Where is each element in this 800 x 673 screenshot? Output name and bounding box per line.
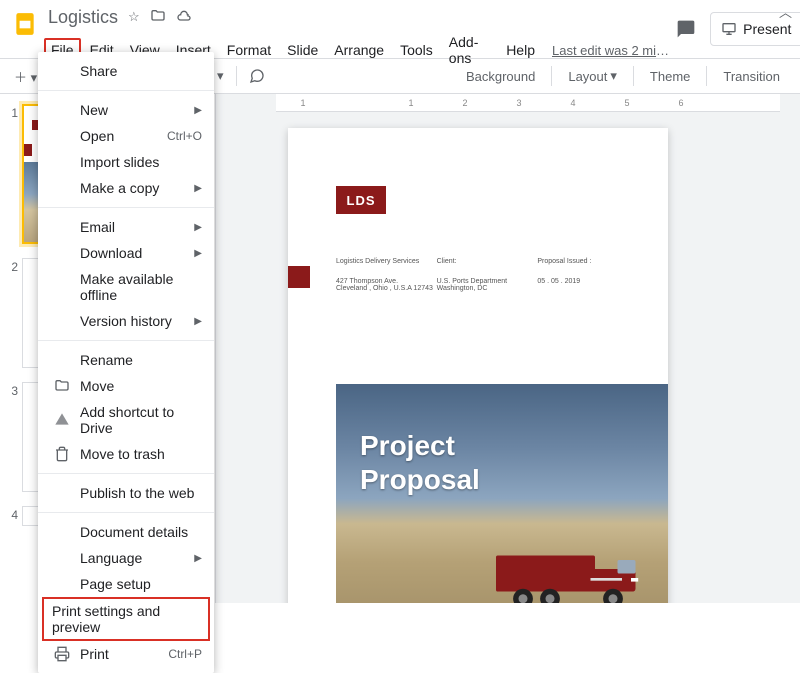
shortcut-label: Ctrl+P	[168, 647, 202, 661]
company-label: Logistics Delivery Services	[336, 258, 437, 265]
comments-button[interactable]	[670, 13, 702, 45]
menu-slide[interactable]: Slide	[280, 38, 325, 62]
file-email[interactable]: Email▶	[38, 214, 214, 240]
issued-label: Proposal Issued :	[537, 258, 638, 265]
file-print-settings-preview[interactable]: Print settings and preview	[42, 597, 210, 641]
document-title[interactable]: Logistics	[44, 6, 122, 29]
file-import-slides[interactable]: Import slides	[38, 149, 214, 175]
file-menu-dropdown: Share New▶ OpenCtrl+O Import slides Make…	[38, 52, 214, 673]
layout-button[interactable]: Layout ▾	[560, 64, 625, 88]
file-new[interactable]: New▶	[38, 97, 214, 123]
submenu-arrow-icon: ▶	[194, 105, 202, 116]
address-line-1: 427 Thompson Ave.	[336, 278, 398, 285]
menu-arrange[interactable]: Arrange	[327, 38, 391, 62]
file-make-available-offline[interactable]: Make available offline	[38, 266, 214, 308]
menu-tools[interactable]: Tools	[393, 38, 440, 62]
folder-icon	[50, 378, 74, 394]
menu-help[interactable]: Help	[499, 38, 542, 62]
issued-date: 05 . 05 . 2019	[537, 278, 638, 292]
client-location: Washington, DC	[437, 285, 488, 292]
address-line-2: Cleveland , Ohio , U.S.A 12743	[336, 285, 433, 292]
background-button[interactable]: Background	[458, 65, 543, 88]
slide-canvas[interactable]: LDS Logistics Delivery Services Client: …	[288, 128, 668, 603]
slide-title: Project	[360, 430, 668, 462]
theme-button[interactable]: Theme	[642, 65, 698, 88]
move-folder-icon[interactable]	[150, 8, 166, 27]
file-add-shortcut[interactable]: Add shortcut to Drive	[38, 399, 214, 441]
submenu-arrow-icon: ▶	[194, 222, 202, 233]
last-edit-link[interactable]: Last edit was 2 minutes…	[552, 43, 670, 58]
file-publish-to-web[interactable]: Publish to the web	[38, 480, 214, 506]
drive-shortcut-icon	[50, 412, 74, 428]
thumb-number: 1	[4, 104, 18, 244]
slides-logo[interactable]	[12, 10, 38, 38]
file-version-history[interactable]: Version history▶	[38, 308, 214, 334]
star-icon[interactable]: ☆	[128, 9, 140, 25]
thumb-number: 2	[4, 258, 18, 368]
file-move[interactable]: Move	[38, 373, 214, 399]
submenu-arrow-icon: ▶	[194, 553, 202, 564]
submenu-arrow-icon: ▶	[194, 248, 202, 259]
file-page-setup[interactable]: Page setup	[38, 571, 214, 597]
collapse-toolbar-icon[interactable]: ︿	[779, 2, 792, 21]
side-accent	[288, 266, 310, 288]
file-share[interactable]: Share	[38, 58, 214, 84]
file-open[interactable]: OpenCtrl+O	[38, 123, 214, 149]
cloud-status-icon[interactable]	[176, 8, 192, 27]
file-move-to-trash[interactable]: Move to trash	[38, 441, 214, 467]
shortcut-label: Ctrl+O	[167, 129, 202, 143]
slide-subtitle: Proposal	[360, 464, 668, 496]
thumb-number: 3	[4, 382, 18, 492]
submenu-arrow-icon: ▶	[194, 316, 202, 327]
transition-button[interactable]: Transition	[715, 65, 788, 88]
canvas-area: 1123456 LDS Logistics Delivery Services …	[216, 94, 800, 603]
file-print[interactable]: PrintCtrl+P	[38, 641, 214, 667]
file-rename[interactable]: Rename	[38, 347, 214, 373]
client-label: Client:	[437, 258, 538, 265]
present-label: Present	[743, 21, 791, 37]
print-icon	[50, 646, 74, 662]
brand-logo: LDS	[336, 186, 386, 214]
file-document-details[interactable]: Document details	[38, 519, 214, 545]
menu-format[interactable]: Format	[220, 38, 278, 62]
thumb-number: 4	[4, 506, 18, 526]
file-make-a-copy[interactable]: Make a copy▶	[38, 175, 214, 201]
truck-illustration	[478, 528, 658, 603]
slide-hero-photo: Project Proposal	[336, 384, 668, 603]
client-name: U.S. Ports Department	[437, 278, 507, 285]
comment-button[interactable]	[243, 64, 271, 88]
trash-icon	[50, 446, 74, 462]
file-language[interactable]: Language▶	[38, 545, 214, 571]
horizontal-ruler: 1123456	[276, 94, 780, 112]
submenu-arrow-icon: ▶	[194, 183, 202, 194]
file-download[interactable]: Download▶	[38, 240, 214, 266]
